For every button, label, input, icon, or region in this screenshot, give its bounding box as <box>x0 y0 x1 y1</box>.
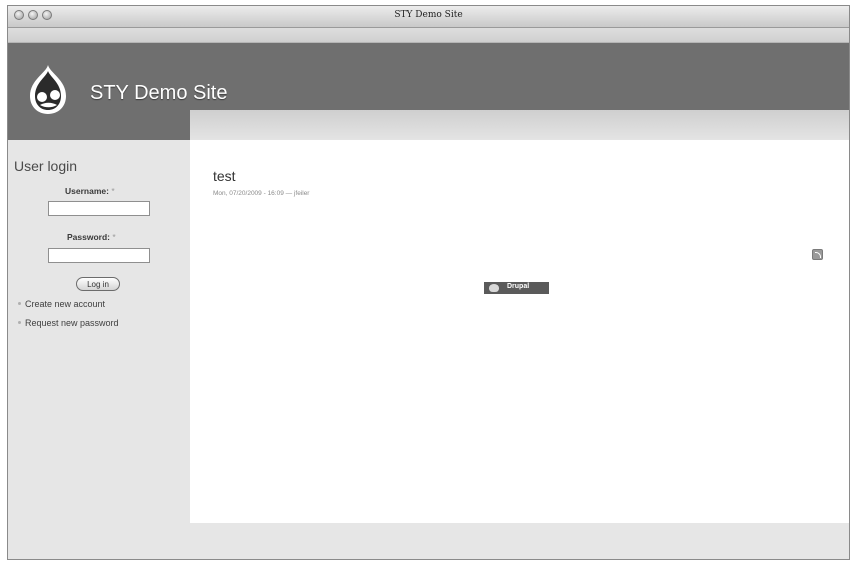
required-marker: * <box>111 186 115 196</box>
request-password-link-text[interactable]: Request new password <box>25 318 119 328</box>
username-input[interactable] <box>48 201 150 216</box>
bullet-icon <box>18 321 21 324</box>
rss-feed-icon[interactable] <box>812 249 823 260</box>
main-content: test Mon, 07/20/2009 - 16:09 — jfeiler D… <box>190 110 849 523</box>
node-title[interactable]: test <box>213 168 236 184</box>
create-account-link[interactable]: Create new account <box>18 299 105 309</box>
login-block-title: User login <box>14 158 78 174</box>
create-account-link-text[interactable]: Create new account <box>25 299 105 309</box>
window-toolbar <box>8 28 849 43</box>
left-sidebar: User login Username: * Password: * Log i… <box>8 140 190 559</box>
bullet-icon <box>18 302 21 305</box>
site-name[interactable]: STY Demo Site <box>90 82 227 105</box>
password-label-text: Password: <box>67 232 110 242</box>
node-submitted-meta: Mon, 07/20/2009 - 16:09 — jfeiler <box>213 190 310 197</box>
powered-by-text: Drupal <box>507 283 530 290</box>
log-in-button[interactable]: Log in <box>76 277 120 291</box>
powered-by-drupal-badge[interactable]: Drupal <box>484 282 549 294</box>
content-top-bar <box>190 110 849 140</box>
password-label: Password: * <box>67 232 116 242</box>
username-label-text: Username: <box>65 186 109 196</box>
window-titlebar: STY Demo Site <box>8 6 849 28</box>
password-input[interactable] <box>48 248 150 263</box>
request-password-link[interactable]: Request new password <box>18 318 119 328</box>
drupal-logo-icon[interactable] <box>26 64 70 116</box>
required-marker: * <box>112 232 116 242</box>
username-label: Username: * <box>65 186 115 196</box>
browser-window: STY Demo Site STY Demo Site User login U… <box>7 5 850 560</box>
window-title: STY Demo Site <box>394 10 463 20</box>
drupal-drop-icon <box>489 284 499 292</box>
